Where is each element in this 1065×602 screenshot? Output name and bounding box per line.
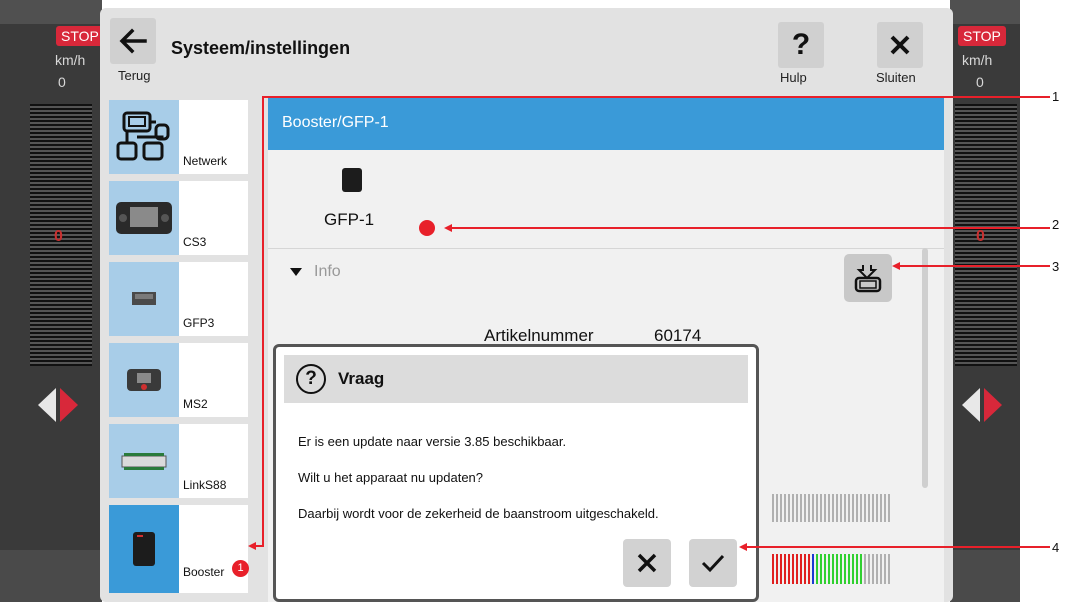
device-header-title: Booster/GFP-1 <box>282 114 389 131</box>
callout-number: 1 <box>1052 89 1060 104</box>
sidebar-item-ms2[interactable]: MS2 <box>109 343 248 417</box>
callout-arrow-icon <box>248 542 256 550</box>
back-label: Terug <box>118 68 151 83</box>
booster-notification-badge: 1 <box>232 560 249 577</box>
question-circle-icon: ? <box>296 364 326 394</box>
sidebar-item-label: CS3 <box>183 235 207 249</box>
cs3-device-icon <box>109 181 179 255</box>
callout-line-2 <box>450 227 1050 229</box>
forward-arrow-icon[interactable] <box>984 388 1002 422</box>
callout-number: 3 <box>1052 259 1060 274</box>
callout-arrow-icon <box>444 224 452 232</box>
dialog-cancel-button[interactable] <box>623 539 671 587</box>
gfp3-device-icon <box>109 262 179 336</box>
callout-dot <box>419 220 435 236</box>
reverse-arrow-icon[interactable] <box>38 388 56 422</box>
right-speed-value: 0 <box>976 74 984 90</box>
left-stop-button[interactable]: STOP <box>56 26 104 46</box>
checkmark-icon <box>701 554 725 573</box>
device-name: GFP-1 <box>324 210 375 229</box>
dialog-message-line: Daarbij wordt voor de zekerheid de baans… <box>298 506 659 521</box>
left-cab-panel: STOP km/h 0 0 <box>0 0 104 602</box>
sidebar-item-label: GFP3 <box>183 316 215 330</box>
callout-number: 4 <box>1052 540 1060 555</box>
left-direction-toggle[interactable] <box>38 388 78 422</box>
sidebar-item-label: Netwerk <box>183 154 228 168</box>
update-download-icon <box>854 265 882 293</box>
sidebar-item-label: MS2 <box>183 397 208 411</box>
right-cab-panel: STOP km/h 0 0 <box>950 0 1020 602</box>
close-icon <box>637 553 657 573</box>
right-direction-toggle[interactable] <box>962 388 1002 422</box>
callout-line-4 <box>745 546 1050 548</box>
right-speed-slider[interactable] <box>955 104 1017 366</box>
booster-device-icon <box>109 505 179 593</box>
callout-number: 2 <box>1052 217 1060 232</box>
sidebar-item-gfp3[interactable]: GFP3 <box>109 262 248 336</box>
section-divider <box>268 248 944 249</box>
sidebar-item-cs3[interactable]: CS3 <box>109 181 248 255</box>
firmware-update-button[interactable] <box>844 254 892 302</box>
left-cab-bottom-strip <box>0 550 102 602</box>
article-number-label: Artikelnummer <box>484 326 594 345</box>
info-section-toggle[interactable]: Info <box>290 263 341 281</box>
sidebar-item-netwerk[interactable]: Netwerk <box>109 100 248 174</box>
info-label: Info <box>314 263 341 280</box>
left-speed-unit: km/h <box>55 52 86 68</box>
help-label: Hulp <box>780 70 807 85</box>
right-speed-unit: km/h <box>962 52 993 68</box>
sidebar-item-label: LinkS88 <box>183 478 227 492</box>
dialog-message-line: Er is een update naar versie 3.85 beschi… <box>298 434 567 449</box>
callout-arrow-icon <box>892 262 900 270</box>
sidebar-item-booster[interactable]: Booster <box>109 505 248 593</box>
forward-arrow-icon[interactable] <box>60 388 78 422</box>
close-icon <box>890 35 910 55</box>
ms2-device-icon <box>109 343 179 417</box>
links88-device-icon <box>109 424 179 498</box>
callout-arrow-icon <box>739 543 747 551</box>
right-cab-top-strip <box>950 0 1020 24</box>
article-number-value: 60174 <box>654 326 702 345</box>
level-meter-color <box>772 554 890 584</box>
sidebar-item-label: Booster <box>183 565 225 579</box>
back-arrow-icon <box>119 28 147 54</box>
device-header-bar: Booster/GFP-1 <box>268 98 944 150</box>
left-speed-marker: 0 <box>54 228 63 245</box>
right-speed-marker: 0 <box>976 228 985 245</box>
callout-line-1-vertical <box>262 96 264 546</box>
dialog-header: ? Vraag <box>284 355 748 403</box>
dialog-message-line: Wilt u het apparaat nu updaten? <box>298 470 484 485</box>
reverse-arrow-icon[interactable] <box>962 388 980 422</box>
content-scrollbar[interactable] <box>922 248 928 488</box>
close-label: Sluiten <box>876 70 916 85</box>
question-mark-icon: ? <box>791 28 811 61</box>
level-meter-gray <box>772 494 890 522</box>
left-cab-top-strip <box>0 0 102 24</box>
expand-triangle-icon <box>290 267 302 276</box>
network-icon <box>109 100 179 174</box>
help-button[interactable]: ? <box>778 22 824 68</box>
dialog-title: Vraag <box>338 369 385 388</box>
right-stop-button[interactable]: STOP <box>958 26 1006 46</box>
callout-line-1 <box>262 96 1050 98</box>
left-speed-value: 0 <box>58 74 66 90</box>
sidebar-item-links88[interactable]: LinkS88 <box>109 424 248 498</box>
panel-header: Terug Systeem/instellingen ? Hulp Sluite… <box>100 8 953 90</box>
back-button[interactable] <box>110 18 156 64</box>
booster-device-icon <box>342 168 362 192</box>
right-cab-bottom-strip <box>950 550 1020 602</box>
page-title: Systeem/instellingen <box>171 38 351 58</box>
callout-line-3 <box>898 265 1050 267</box>
dialog-confirm-button[interactable] <box>689 539 737 587</box>
close-button[interactable] <box>877 22 923 68</box>
update-dialog: ? Vraag Er is een update naar versie 3.8… <box>273 344 759 602</box>
